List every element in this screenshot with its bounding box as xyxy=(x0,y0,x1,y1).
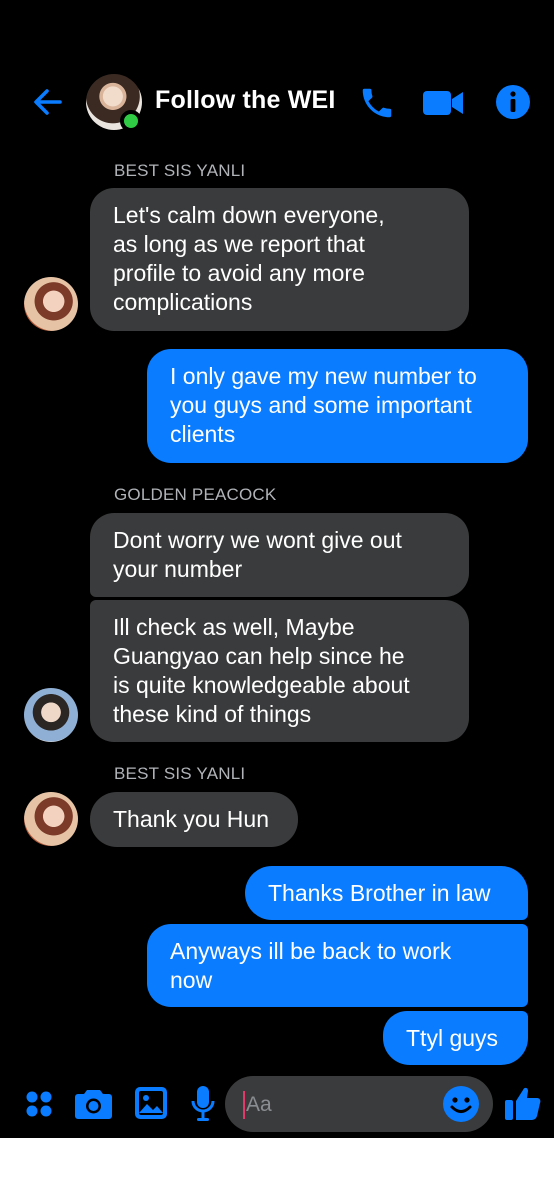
text-cursor xyxy=(243,1091,245,1119)
camera-icon[interactable] xyxy=(75,1088,112,1120)
sender-name: BEST SIS YANLI xyxy=(114,764,246,783)
sender-avatar[interactable] xyxy=(24,792,78,846)
message-line: Guangyao can help since he xyxy=(113,643,405,669)
sender-name: BEST SIS YANLI xyxy=(114,161,246,180)
incoming-message-bubble[interactable]: Dont worry we wont give out your number xyxy=(90,513,469,597)
sender-avatar[interactable] xyxy=(24,277,78,331)
message-input-placeholder: Aa xyxy=(246,1093,272,1116)
emoji-icon[interactable] xyxy=(442,1085,480,1123)
message-line: Anyways ill be back to work xyxy=(170,938,452,964)
message-line: as long as we report that xyxy=(113,231,365,257)
message-line: these kind of things xyxy=(113,701,312,727)
outgoing-message-bubble[interactable]: I only gave my new number to you guys an… xyxy=(147,349,528,463)
thumbs-up-icon[interactable] xyxy=(504,1084,542,1122)
chat-screen: Follow the WEI BEST SIS YANLI Let's calm… xyxy=(0,0,554,1138)
sender-name: GOLDEN PEACOCK xyxy=(114,485,277,504)
message-line: is quite knowledgeable about xyxy=(113,672,410,698)
message-line: now xyxy=(170,967,213,993)
message-line: complications xyxy=(113,289,253,315)
message-line: Thank you Hun xyxy=(113,806,269,832)
phone-icon[interactable] xyxy=(358,84,396,122)
apps-icon[interactable] xyxy=(24,1089,54,1119)
message-line: your number xyxy=(113,556,243,582)
video-camera-icon[interactable] xyxy=(421,88,465,118)
microphone-icon[interactable] xyxy=(190,1085,216,1123)
gallery-icon[interactable] xyxy=(134,1086,168,1120)
message-line: Ill check as well, Maybe xyxy=(113,614,355,640)
message-line: I only gave my new number to xyxy=(170,363,477,389)
outgoing-message-bubble[interactable]: Anyways ill be back to work now xyxy=(147,924,528,1007)
online-status-dot xyxy=(120,110,142,132)
sender-avatar[interactable] xyxy=(24,688,78,742)
message-line: Let's calm down everyone, xyxy=(113,202,385,228)
chat-title[interactable]: Follow the WEI xyxy=(155,86,336,115)
incoming-message-bubble[interactable]: Ill check as well, Maybe Guangyao can he… xyxy=(90,600,469,742)
message-line: Thanks Brother in law xyxy=(268,880,491,906)
message-line: Dont worry we wont give out xyxy=(113,527,402,553)
below-screen-area xyxy=(0,1138,554,1200)
info-icon[interactable] xyxy=(495,84,531,120)
back-arrow-icon[interactable] xyxy=(30,84,66,120)
outgoing-message-bubble[interactable]: Ttyl guys xyxy=(383,1011,528,1065)
message-line: Ttyl guys xyxy=(406,1025,499,1051)
message-line: clients xyxy=(170,421,236,447)
message-line: you guys and some important xyxy=(170,392,472,418)
outgoing-message-bubble[interactable]: Thanks Brother in law xyxy=(245,866,528,920)
incoming-message-bubble[interactable]: Thank you Hun xyxy=(90,792,298,847)
message-line: profile to avoid any more xyxy=(113,260,365,286)
incoming-message-bubble[interactable]: Let's calm down everyone, as long as we … xyxy=(90,188,469,331)
